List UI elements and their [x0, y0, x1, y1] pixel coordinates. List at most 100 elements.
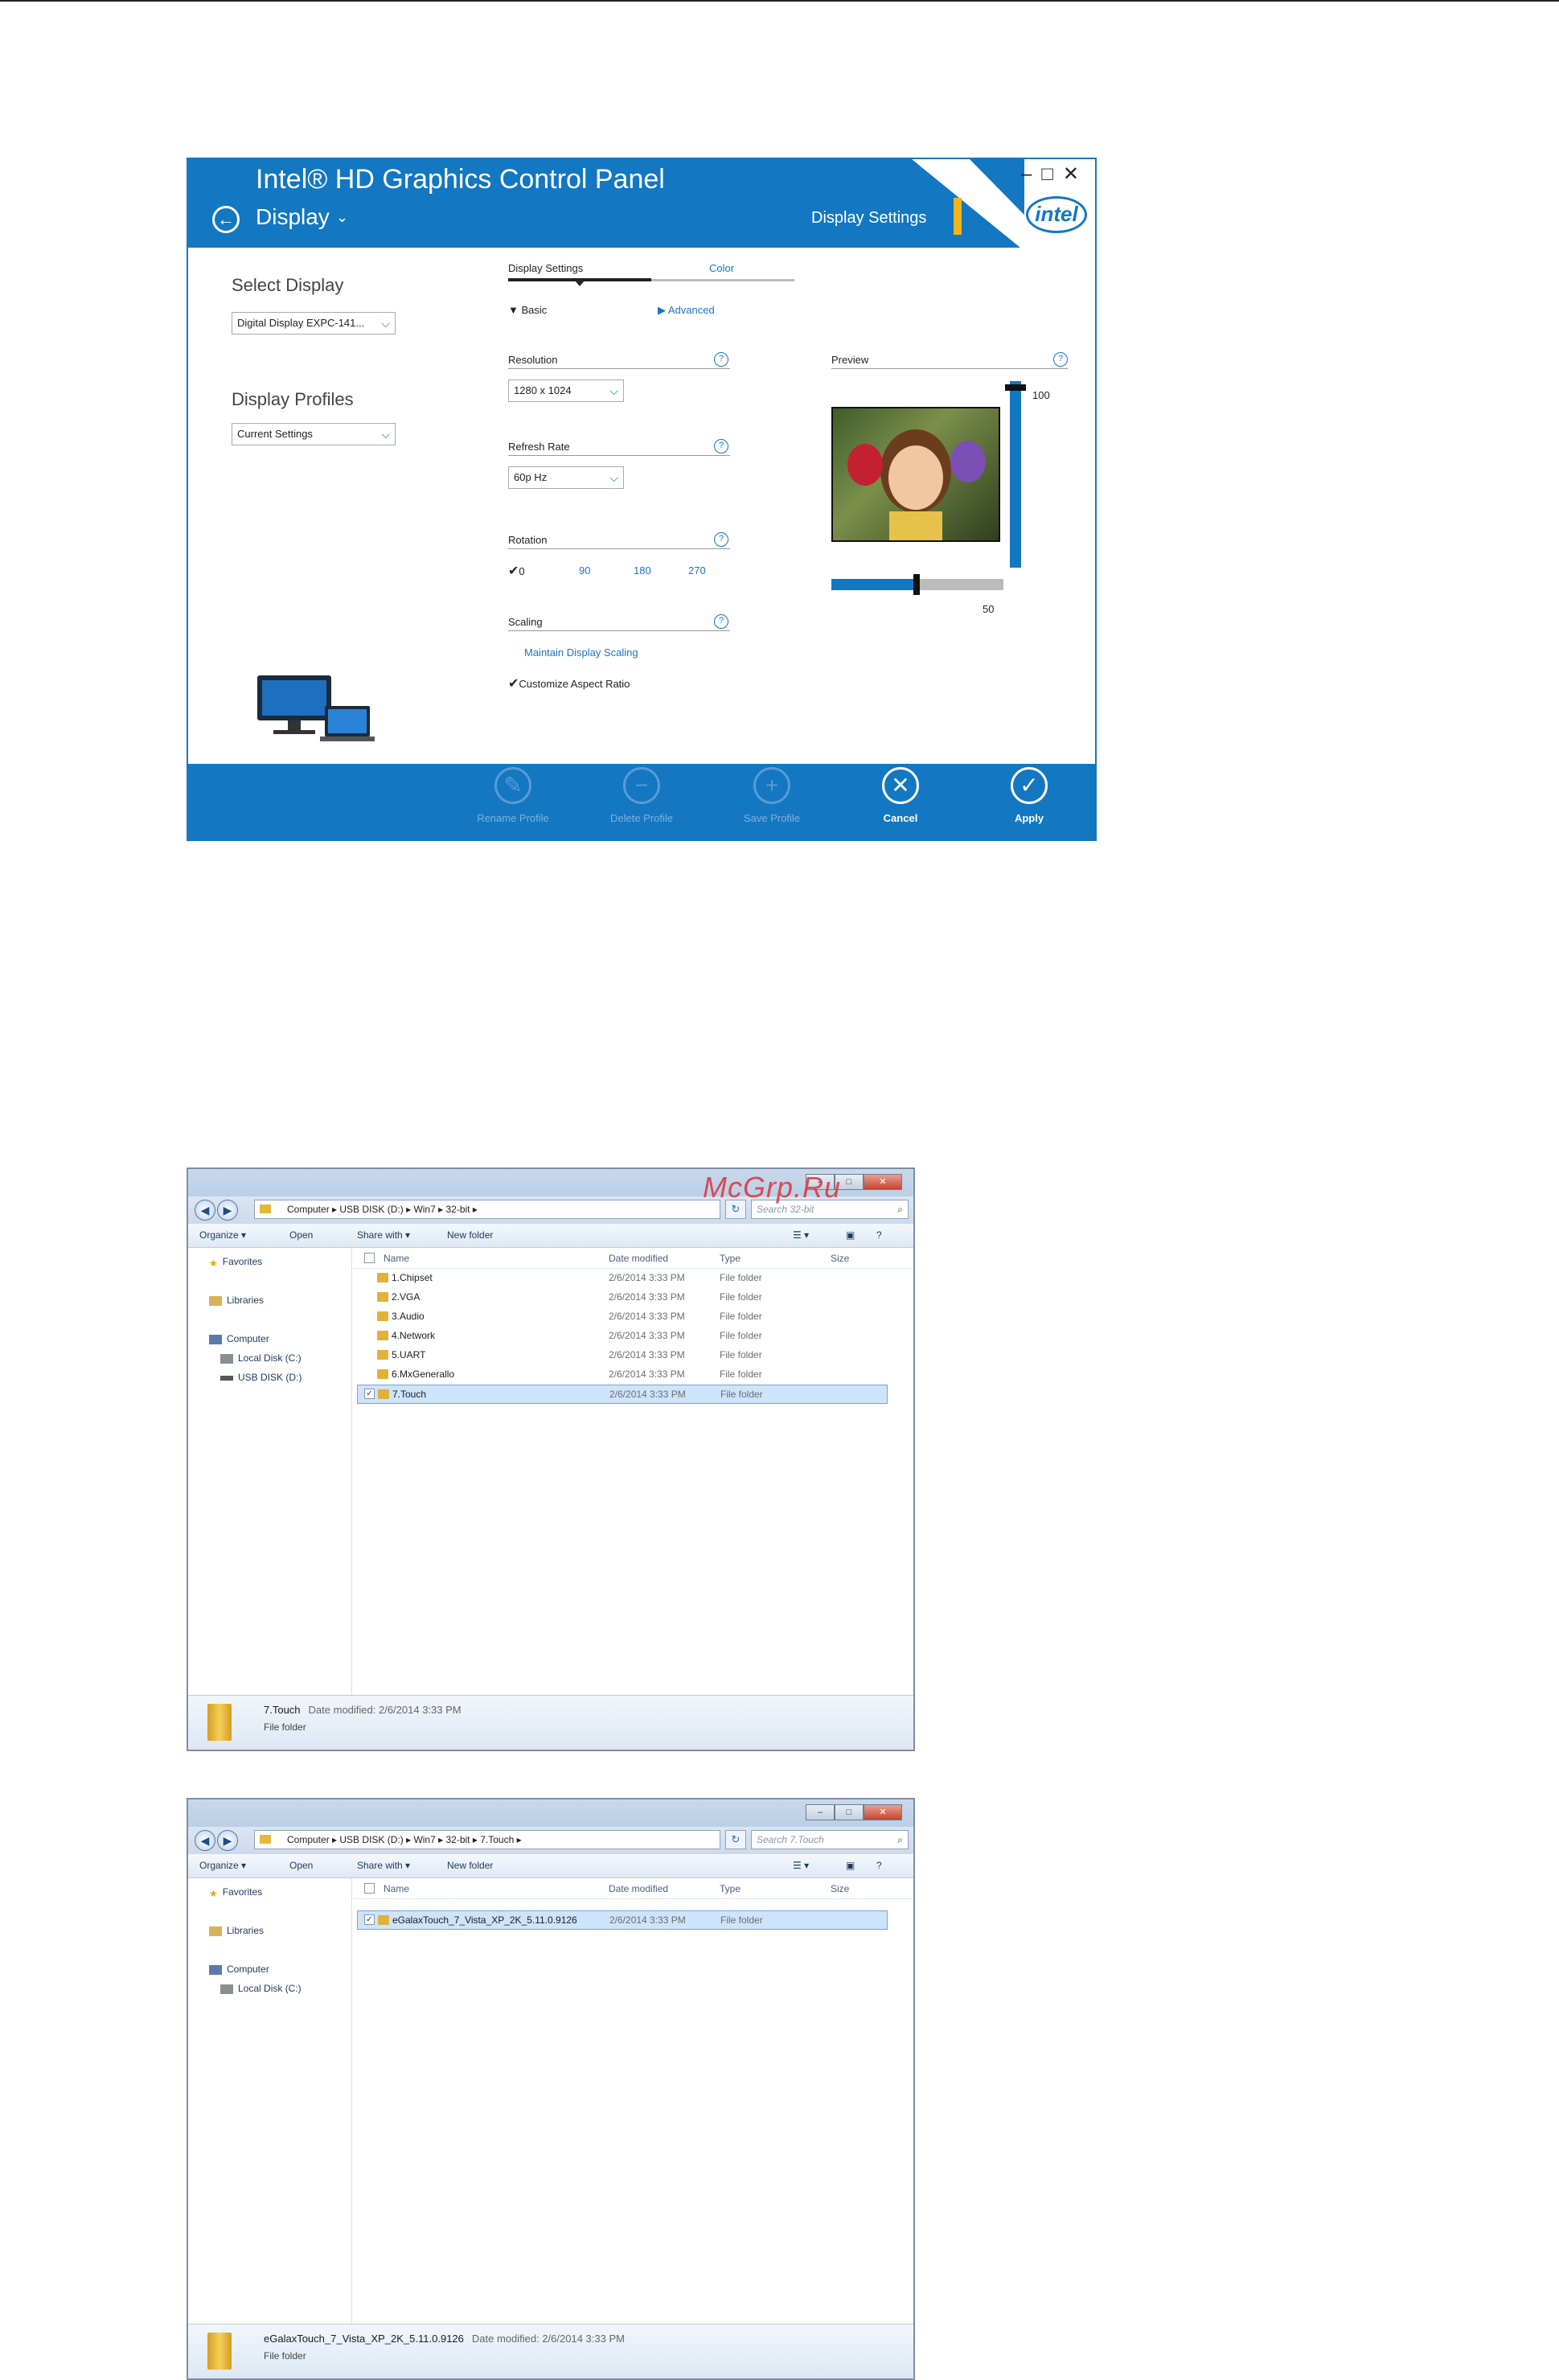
organize-button[interactable]: Organize ▾ [199, 1860, 246, 1871]
table-row[interactable]: 1.Chipset 2/6/2014 3:33 PM File folder [353, 1269, 913, 1288]
vertical-slider-thumb[interactable] [1005, 384, 1026, 391]
section-dropdown[interactable]: Display [256, 204, 330, 230]
view-options-icon[interactable]: ☰ ▾ [793, 1229, 809, 1241]
breadcrumb-usb-disk[interactable]: USB DISK (D:) [339, 1204, 403, 1215]
column-size[interactable]: Size [831, 1253, 849, 1264]
search-icon[interactable]: ⌕ [897, 1831, 903, 1849]
back-arrow-icon[interactable]: ◀ [195, 1200, 215, 1221]
select-all-checkbox[interactable] [364, 1253, 375, 1263]
rotation-option-270[interactable]: 270 [688, 564, 706, 577]
row-checkbox-checked[interactable]: ✓ [364, 1914, 375, 1925]
minimize-icon[interactable]: – [1021, 163, 1041, 185]
nav-favorites[interactable]: ★ Favorites [209, 1886, 262, 1899]
refresh-rate-dropdown[interactable]: 60p Hz ⌵ [508, 466, 624, 489]
column-name[interactable]: Name [384, 1883, 409, 1894]
rotation-option-90[interactable]: 90 [579, 564, 590, 577]
tab-color[interactable]: Color [709, 262, 734, 274]
column-date-modified[interactable]: Date modified [609, 1253, 668, 1264]
forward-arrow-icon[interactable]: ▶ [217, 1200, 238, 1221]
maximize-icon[interactable]: □ [1041, 163, 1063, 185]
back-arrow-icon[interactable]: ← [212, 206, 240, 233]
advanced-mode[interactable]: ▶ Advanced [658, 304, 715, 317]
nav-computer[interactable]: Computer [209, 1333, 269, 1344]
column-size[interactable]: Size [831, 1883, 849, 1894]
resolution-dropdown[interactable]: 1280 x 1024 ⌵ [508, 380, 624, 402]
table-row[interactable]: 2.VGA 2/6/2014 3:33 PM File folder [353, 1288, 913, 1307]
help-icon[interactable]: ? [714, 439, 728, 453]
tab-display-settings[interactable]: Display Settings [508, 262, 583, 274]
basic-mode[interactable]: ▼ Basic [508, 304, 547, 316]
open-button[interactable]: Open [289, 1860, 313, 1871]
share-with-button[interactable]: Share with ▾ [357, 1860, 410, 1871]
breadcrumb-usb-disk[interactable]: USB DISK (D:) [339, 1834, 403, 1845]
select-all-checkbox[interactable] [364, 1883, 375, 1894]
breadcrumb-win7[interactable]: Win7 [413, 1204, 435, 1215]
close-button[interactable]: ✕ [864, 1174, 902, 1190]
breadcrumb-computer[interactable]: Computer [287, 1204, 330, 1215]
chevron-down-icon[interactable]: ⌄ [336, 209, 348, 226]
breadcrumb-32bit[interactable]: 32-bit [445, 1834, 470, 1845]
help-icon[interactable]: ? [1053, 352, 1068, 367]
nav-favorites[interactable]: ★ Favorites [209, 1256, 262, 1269]
table-row-selected[interactable]: ✓ eGalaxTouch_7_Vista_XP_2K_5.11.0.9126 2/… [357, 1910, 888, 1930]
help-icon[interactable]: ? [714, 532, 728, 547]
nav-computer[interactable]: Computer [209, 1964, 269, 1975]
display-profiles-dropdown[interactable]: Current Settings ⌵ [232, 423, 396, 445]
table-row[interactable]: 5.UART 2/6/2014 3:33 PM File folder [353, 1346, 913, 1365]
help-icon[interactable]: ? [876, 1860, 882, 1871]
new-folder-button[interactable]: New folder [447, 1229, 493, 1241]
vertical-slider-track[interactable] [1010, 381, 1021, 568]
back-arrow-icon[interactable]: ◀ [195, 1830, 215, 1851]
forward-arrow-icon[interactable]: ▶ [217, 1830, 238, 1851]
customize-aspect-ratio-option[interactable]: ✔Customize Aspect Ratio [508, 675, 630, 691]
select-display-dropdown[interactable]: Digital Display EXPC-141... ⌵ [232, 312, 396, 334]
breadcrumb-computer[interactable]: Computer [287, 1834, 330, 1845]
search-icon[interactable]: ⌕ [897, 1200, 903, 1218]
rename-profile-button[interactable]: ✎ Rename Profile [465, 767, 561, 824]
column-type[interactable]: Type [720, 1883, 741, 1894]
column-name[interactable]: Name [384, 1253, 409, 1264]
refresh-icon[interactable]: ↻ [725, 1830, 746, 1849]
column-type[interactable]: Type [720, 1253, 741, 1264]
cancel-button[interactable]: ✕ Cancel [852, 767, 949, 824]
view-options-icon[interactable]: ☰ ▾ [793, 1860, 809, 1871]
maintain-display-scaling-option[interactable]: Maintain Display Scaling [524, 646, 638, 659]
nav-libraries[interactable]: Libraries [209, 1295, 264, 1306]
help-icon[interactable]: ? [714, 352, 728, 367]
close-button[interactable]: ✕ [864, 1804, 902, 1820]
delete-profile-button[interactable]: − Delete Profile [593, 767, 690, 824]
window-controls[interactable]: –□✕ [1021, 162, 1089, 186]
preview-pane-icon[interactable]: ▣ [846, 1229, 855, 1241]
organize-button[interactable]: Organize ▾ [199, 1229, 246, 1241]
horizontal-slider-thumb[interactable] [913, 574, 920, 595]
table-row[interactable]: 3.Audio 2/6/2014 3:33 PM File folder [353, 1307, 913, 1327]
nav-usb-disk[interactable]: USB DISK (D:) [220, 1372, 302, 1383]
close-icon[interactable]: ✕ [1063, 163, 1089, 185]
rotation-option-180[interactable]: 180 [634, 564, 651, 577]
table-row-selected[interactable]: ✓ 7.Touch 2/6/2014 3:33 PM File folder [357, 1385, 888, 1404]
address-bar[interactable]: Computer ▸ USB DISK (D:) ▸ Win7 ▸ 32-bit… [254, 1200, 720, 1219]
new-folder-button[interactable]: New folder [447, 1860, 493, 1871]
breadcrumb-7touch[interactable]: 7.Touch [480, 1834, 514, 1845]
open-button[interactable]: Open [289, 1229, 313, 1241]
nav-local-disk[interactable]: Local Disk (C:) [220, 1352, 302, 1364]
table-row[interactable]: 6.MxGenerallo 2/6/2014 3:33 PM File folder [353, 1365, 913, 1385]
preview-pane-icon[interactable]: ▣ [846, 1860, 855, 1871]
minimize-button[interactable]: – [806, 1804, 835, 1820]
apply-button[interactable]: ✓ Apply [981, 767, 1077, 824]
rotation-option-0[interactable]: ✔0 [508, 563, 525, 579]
share-with-button[interactable]: Share with ▾ [357, 1229, 410, 1241]
nav-libraries[interactable]: Libraries [209, 1925, 264, 1936]
search-input[interactable]: Search 7.Touch ⌕ [751, 1830, 909, 1849]
address-bar[interactable]: Computer ▸ USB DISK (D:) ▸ Win7 ▸ 32-bit… [254, 1830, 720, 1849]
maximize-button[interactable]: □ [835, 1804, 864, 1820]
nav-local-disk[interactable]: Local Disk (C:) [220, 1983, 302, 1994]
breadcrumb-win7[interactable]: Win7 [413, 1834, 435, 1845]
help-icon[interactable]: ? [714, 614, 728, 629]
column-date-modified[interactable]: Date modified [609, 1883, 668, 1894]
save-profile-button[interactable]: + Save Profile [724, 767, 820, 824]
breadcrumb-32bit[interactable]: 32-bit [445, 1204, 470, 1215]
table-row[interactable]: 4.Network 2/6/2014 3:33 PM File folder [353, 1327, 913, 1346]
row-checkbox-checked[interactable]: ✓ [364, 1389, 375, 1399]
help-icon[interactable]: ? [876, 1229, 882, 1241]
